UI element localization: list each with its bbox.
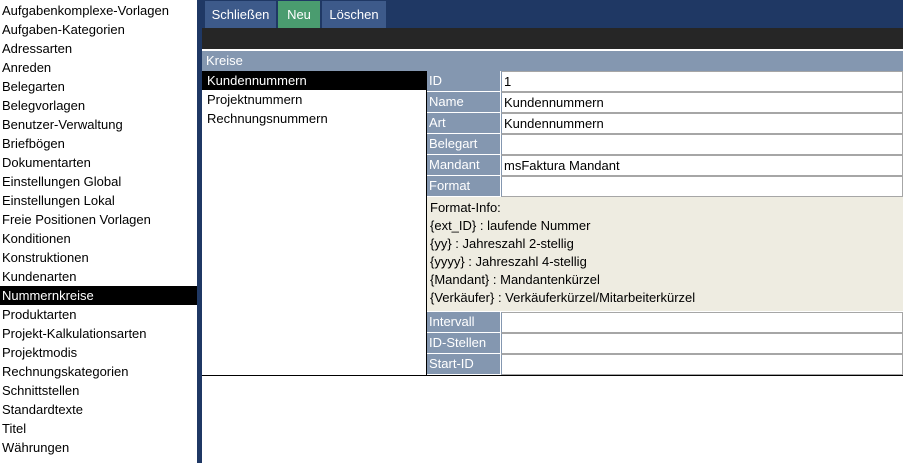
settings-category-item[interactable]: Freie Positionen Vorlagen (0, 210, 197, 229)
id-stellen-field[interactable] (501, 333, 903, 354)
settings-category-item[interactable]: Belegvorlagen (0, 96, 197, 115)
id-label: ID (427, 71, 500, 92)
detail-form: ID 1 Name Kundennummern Art Kundennummer… (427, 71, 903, 376)
settings-category-items: Aufgabenkomplexe-Vorlagen Aufgaben-Katego… (0, 0, 197, 457)
kreise-list-item[interactable]: Projektnummern (202, 90, 426, 109)
settings-category-item[interactable]: Dokumentarten (0, 153, 197, 172)
belegart-label: Belegart (427, 134, 500, 155)
settings-category-item[interactable]: Aufgaben-Kategorien (0, 20, 197, 39)
settings-category-item[interactable]: Kundenarten (0, 267, 197, 286)
format-label: Format (427, 176, 500, 197)
settings-category-item[interactable]: Einstellungen Global (0, 172, 197, 191)
toolbar-strip (202, 28, 903, 49)
new-button[interactable]: Neu (278, 1, 320, 28)
settings-category-item[interactable]: Rechnungskategorien (0, 362, 197, 381)
settings-category-item[interactable]: Projekt-Kalkulationsarten (0, 324, 197, 343)
mandant-row: Mandant msFaktura Mandant (427, 155, 903, 176)
mandant-field[interactable]: msFaktura Mandant (501, 155, 903, 176)
delete-button[interactable]: Löschen (322, 1, 386, 28)
settings-category-item[interactable]: Nummernkreise (0, 286, 197, 305)
close-button[interactable]: Schließen (205, 1, 276, 28)
id-stellen-row: ID-Stellen (427, 333, 903, 354)
settings-category-item[interactable]: Konstruktionen (0, 248, 197, 267)
settings-category-item[interactable]: Aufgabenkomplexe-Vorlagen (0, 1, 197, 20)
format-info-line: {yyyy} : Jahreszahl 4-stellig (430, 254, 587, 269)
settings-category-item[interactable]: Briefbögen (0, 134, 197, 153)
settings-category-item[interactable]: Währungen (0, 438, 197, 457)
toolbar: Schließen Neu Löschen (202, 0, 903, 28)
id-field[interactable]: 1 (501, 71, 903, 92)
settings-category-item[interactable]: Benutzer-Verwaltung (0, 115, 197, 134)
id-stellen-label: ID-Stellen (427, 333, 500, 354)
id-row: ID 1 (427, 71, 903, 92)
belegart-field[interactable] (501, 134, 903, 155)
settings-category-item[interactable]: Konditionen (0, 229, 197, 248)
kreise-list: Kundennummern Projektnummern Rechnungsnumm… (202, 71, 427, 376)
format-row: Format (427, 176, 903, 197)
start-id-label: Start-ID (427, 354, 500, 375)
settings-category-item[interactable]: Anreden (0, 58, 197, 77)
settings-category-item[interactable]: Titel (0, 419, 197, 438)
name-label: Name (427, 92, 500, 113)
format-info-line: {Verkäufer} : Verkäuferkürzel/Mitarbeite… (430, 290, 696, 305)
art-field[interactable]: Kundennummern (501, 113, 903, 134)
start-id-field[interactable] (501, 354, 903, 375)
main-panel: Schließen Neu Löschen Kreise Kundennumme… (202, 0, 903, 463)
name-field[interactable]: Kundennummern (501, 92, 903, 113)
settings-category-item[interactable]: Produktarten (0, 305, 197, 324)
start-id-row: Start-ID (427, 354, 903, 375)
format-info-title: Format-Info: (430, 200, 501, 215)
settings-category-item[interactable]: Schnittstellen (0, 381, 197, 400)
intervall-field[interactable] (501, 312, 903, 333)
format-info-box: Format-Info: {ext_ID} : laufende Nummer … (427, 197, 903, 311)
settings-category-item[interactable]: Projektmodis (0, 343, 197, 362)
intervall-row: Intervall (427, 312, 903, 333)
format-info-line: {ext_ID} : laufende Nummer (430, 218, 591, 233)
art-label: Art (427, 113, 500, 134)
settings-category-item[interactable]: Belegarten (0, 77, 197, 96)
section-header: Kreise (202, 51, 903, 71)
kreise-list-item[interactable]: Kundennummern (202, 71, 426, 90)
settings-category-item[interactable]: Standardtexte (0, 400, 197, 419)
settings-category-list: Aufgabenkomplexe-Vorlagen Aufgaben-Katego… (0, 0, 197, 463)
mandant-label: Mandant (427, 155, 500, 176)
settings-category-item[interactable]: Adressarten (0, 39, 197, 58)
settings-category-item[interactable]: Einstellungen Lokal (0, 191, 197, 210)
art-row: Art Kundennummern (427, 113, 903, 134)
kreise-list-item[interactable]: Rechnungsnummern (202, 109, 426, 128)
format-info-line: {Mandant} : Mandantenkürzel (430, 272, 600, 287)
intervall-label: Intervall (427, 312, 500, 333)
belegart-row: Belegart (427, 134, 903, 155)
name-row: Name Kundennummern (427, 92, 903, 113)
format-info-line: {yy} : Jahreszahl 2-stellig (430, 236, 574, 251)
format-field[interactable] (501, 176, 903, 197)
